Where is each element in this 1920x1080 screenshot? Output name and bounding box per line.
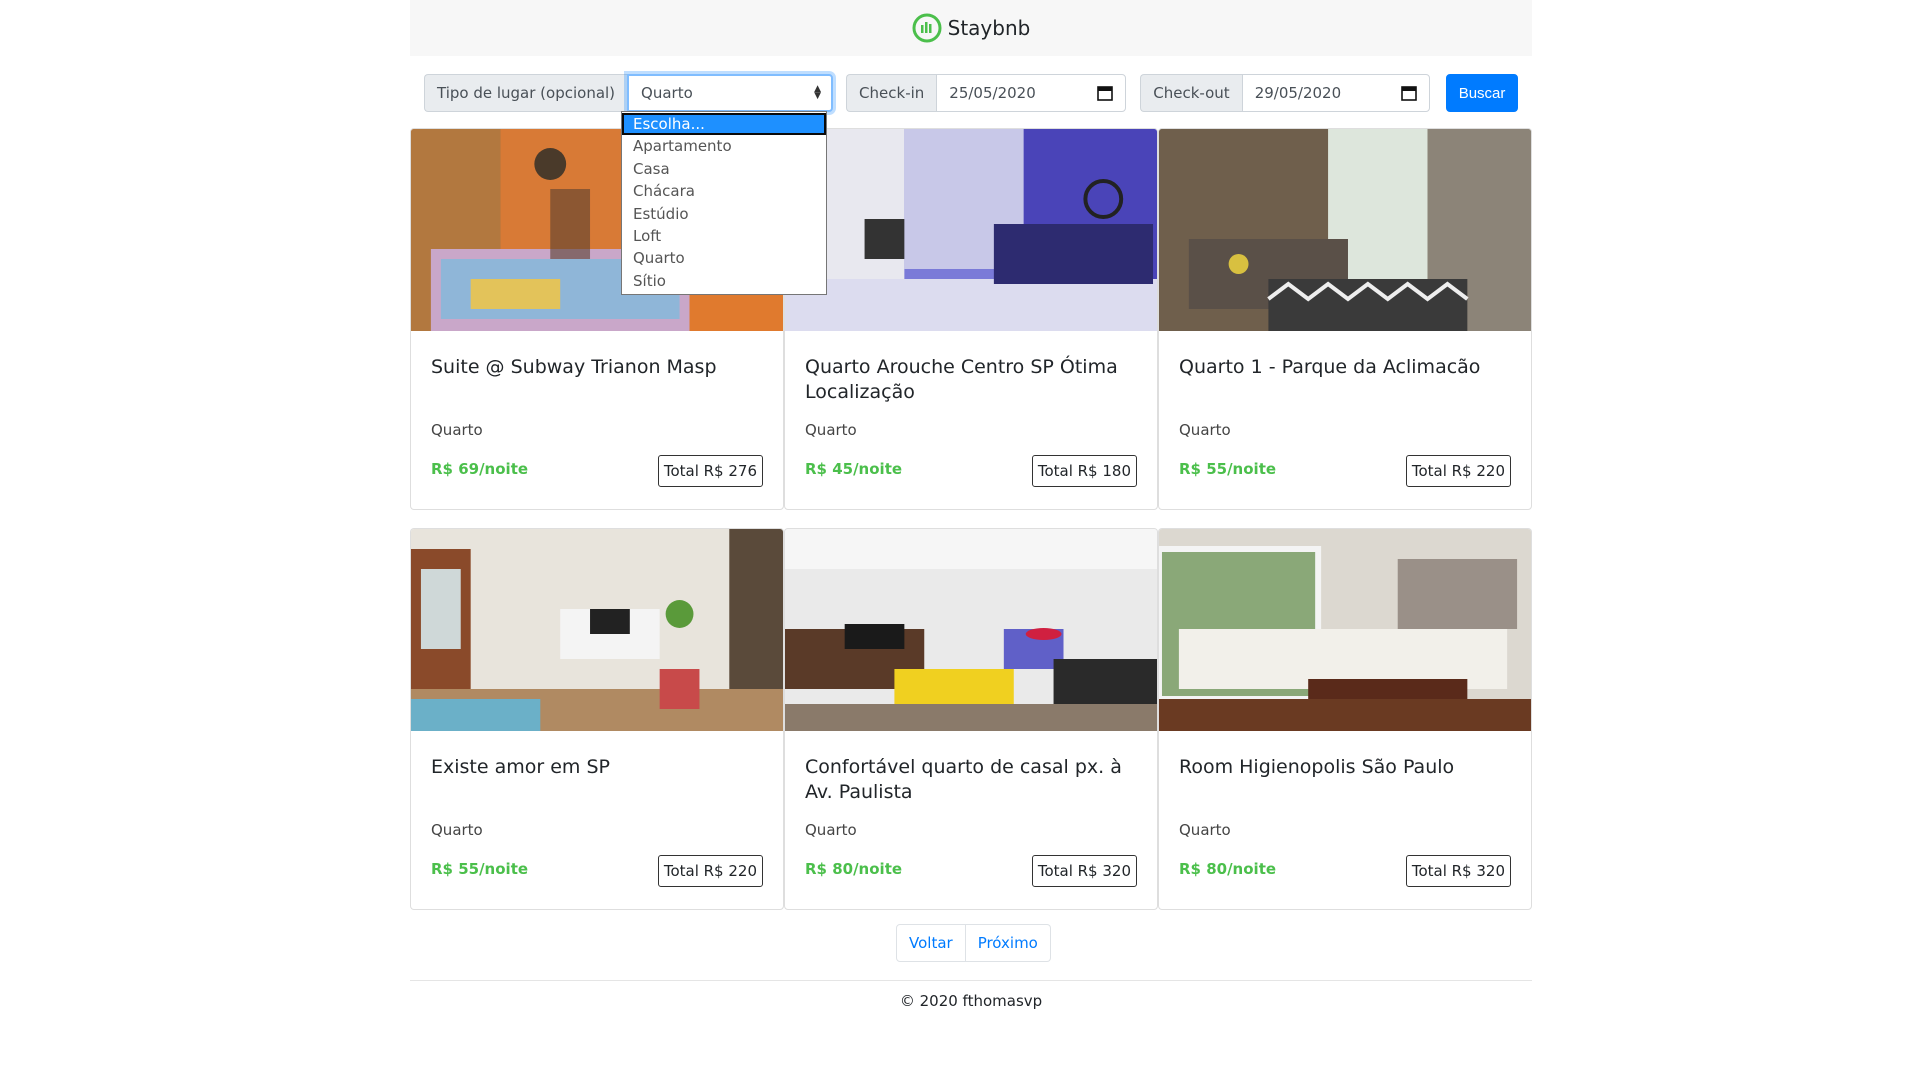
card-body: Quarto Arouche Centro SP Ótima Localizaç…	[785, 335, 1157, 509]
listing-photo[interactable]	[785, 529, 1157, 731]
listing-card[interactable]: Room Higienopolis São Paulo Quarto R$ 80…	[1158, 528, 1532, 910]
top-navbar: Staybnb	[410, 0, 1532, 56]
listing-type: Quarto	[805, 421, 857, 439]
pagination: Voltar Próximo	[896, 924, 1051, 962]
place-type-value: Quarto	[641, 84, 693, 102]
listing-photo[interactable]	[785, 129, 1157, 331]
dropdown-option[interactable]: Apartamento	[622, 135, 826, 157]
listings-row: Existe amor em SP Quarto R$ 55/noite Tot…	[410, 528, 1532, 910]
listing-title[interactable]: Existe amor em SP	[431, 755, 763, 815]
listing-type: Quarto	[1179, 821, 1231, 839]
listing-photo[interactable]	[411, 529, 783, 731]
listing-price: R$ 45/noite	[805, 460, 903, 478]
listing-total: Total R$ 180	[1031, 455, 1137, 487]
checkin-value: 25/05/2020	[949, 84, 1036, 102]
page-container: Staybnb Tipo de lugar (opcional) Quarto …	[410, 0, 1532, 1010]
listing-type: Quarto	[805, 821, 857, 839]
calendar-icon[interactable]	[1400, 85, 1417, 101]
card-body: Existe amor em SP Quarto R$ 55/noite Tot…	[411, 735, 783, 909]
listing-type: Quarto	[431, 821, 483, 839]
dropdown-option[interactable]: Casa	[622, 158, 826, 180]
listing-card[interactable]: Quarto 1 - Parque da Aclimacão Quarto R$…	[1158, 128, 1532, 510]
listing-total: Total R$ 320	[1031, 855, 1137, 887]
listing-title[interactable]: Quarto Arouche Centro SP Ótima Localizaç…	[805, 355, 1137, 415]
listing-title[interactable]: Suite @ Subway Trianon Masp	[431, 355, 763, 415]
listing-title[interactable]: Quarto 1 - Parque da Aclimacão	[1179, 355, 1511, 415]
dropdown-option[interactable]: Quarto	[622, 247, 826, 269]
listing-price: R$ 80/noite	[1179, 860, 1277, 878]
checkout-date-input[interactable]: 29/05/2020	[1241, 74, 1430, 112]
checkout-value: 29/05/2020	[1254, 84, 1342, 102]
dropdown-option[interactable]: Escolha...	[622, 113, 826, 136]
place-type-group: Tipo de lugar (opcional) Quarto ▲ ▼	[424, 74, 834, 112]
listings-grid: Suite @ Subway Trianon Masp Quarto R$ 69…	[410, 128, 1532, 928]
checkin-label: Check-in	[846, 74, 937, 112]
listing-total: Total R$ 220	[657, 855, 763, 887]
checkin-date-input[interactable]: 25/05/2020	[936, 74, 1127, 112]
next-page-button[interactable]: Próximo	[965, 924, 1051, 962]
card-body: Suite @ Subway Trianon Masp Quarto R$ 69…	[411, 335, 783, 509]
listing-type: Quarto	[431, 421, 483, 439]
place-type-dropdown: Escolha... Apartamento Casa Chácara Estú…	[621, 111, 827, 296]
footer-divider	[410, 980, 1532, 981]
listing-total: Total R$ 320	[1405, 855, 1511, 887]
dropdown-option[interactable]: Chácara	[622, 180, 826, 202]
checkin-group: Check-in 25/05/2020	[846, 74, 1127, 112]
listing-card[interactable]: Existe amor em SP Quarto R$ 55/noite Tot…	[410, 528, 784, 910]
listing-title[interactable]: Room Higienopolis São Paulo	[1179, 755, 1511, 815]
card-body: Room Higienopolis São Paulo Quarto R$ 80…	[1159, 735, 1531, 909]
search-form: Tipo de lugar (opcional) Quarto ▲ ▼ Check…	[424, 74, 1519, 112]
listing-photo[interactable]	[1159, 129, 1531, 331]
card-body: Quarto 1 - Parque da Aclimacão Quarto R$…	[1159, 335, 1531, 509]
calendar-icon[interactable]	[1097, 85, 1114, 101]
staybnb-logo-icon[interactable]	[912, 13, 942, 43]
place-type-select[interactable]: Quarto ▲ ▼	[627, 74, 834, 112]
listing-title[interactable]: Confortável quarto de casal px. à Av. Pa…	[805, 755, 1137, 815]
listing-total: Total R$ 276	[657, 455, 763, 487]
brand-name[interactable]: Staybnb	[948, 16, 1031, 40]
dropdown-option[interactable]: Loft	[622, 225, 826, 247]
checkout-label: Check-out	[1140, 74, 1242, 112]
select-arrows-icon: ▲ ▼	[814, 84, 822, 101]
listing-price: R$ 55/noite	[1179, 460, 1277, 478]
footer-text: © 2020 fthomasvp	[899, 992, 1043, 1010]
listing-price: R$ 69/noite	[431, 460, 529, 478]
listing-type: Quarto	[1179, 421, 1231, 439]
place-type-label: Tipo de lugar (opcional)	[424, 74, 628, 112]
card-body: Confortável quarto de casal px. à Av. Pa…	[785, 735, 1157, 909]
dropdown-option[interactable]: Sítio	[622, 270, 826, 292]
checkout-group: Check-out 29/05/2020	[1140, 74, 1430, 112]
listing-photo[interactable]	[1159, 529, 1531, 731]
listing-total: Total R$ 220	[1405, 455, 1511, 487]
listing-card[interactable]: Quarto Arouche Centro SP Ótima Localizaç…	[784, 128, 1158, 510]
listing-card[interactable]: Confortável quarto de casal px. à Av. Pa…	[784, 528, 1158, 910]
dropdown-option[interactable]: Estúdio	[622, 203, 826, 225]
listings-row: Suite @ Subway Trianon Masp Quarto R$ 69…	[410, 128, 1532, 510]
listing-price: R$ 55/noite	[431, 860, 529, 878]
search-button[interactable]: Buscar	[1445, 74, 1519, 112]
prev-page-button[interactable]: Voltar	[896, 924, 966, 962]
listing-price: R$ 80/noite	[805, 860, 903, 878]
